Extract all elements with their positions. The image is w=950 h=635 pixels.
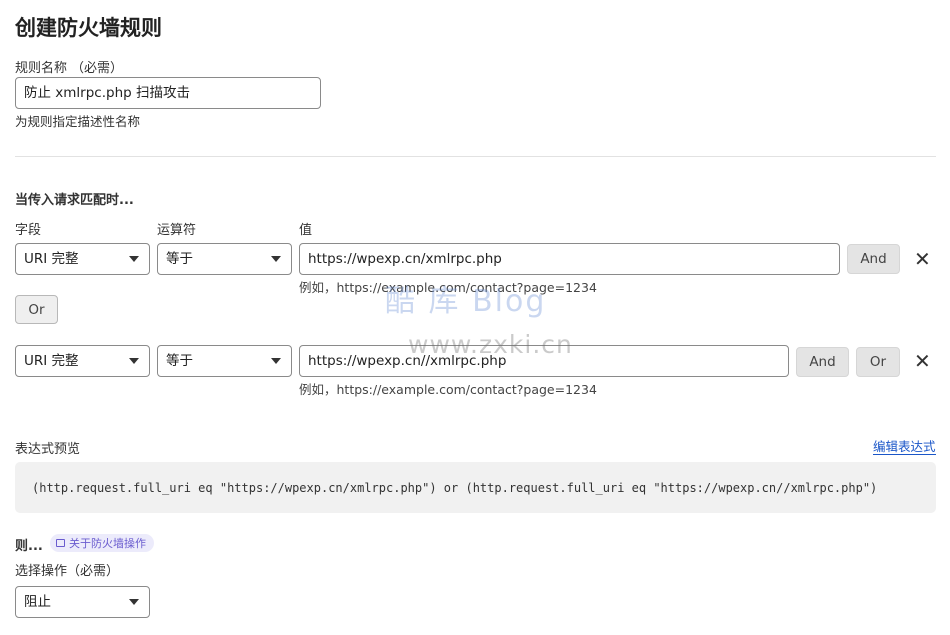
column-operator-label: 运算符: [157, 223, 197, 238]
or-button-2[interactable]: Or: [856, 347, 900, 377]
rule-name-label-group: 规则名称 （必需）: [15, 57, 123, 76]
field-select-1[interactable]: URI 完整: [15, 243, 150, 275]
value-input-1[interactable]: https://wpexp.cn/xmlrpc.php: [299, 243, 840, 275]
expression-label: 表达式预览: [15, 442, 81, 457]
watermark-url: www.zxki.cn: [408, 330, 573, 359]
column-value-label: 值: [299, 223, 313, 238]
divider: [15, 156, 936, 157]
match-heading: 当传入请求匹配时...: [15, 193, 134, 208]
chevron-down-icon: [271, 256, 281, 262]
book-icon: [56, 539, 65, 547]
operator-select-2-value: 等于: [166, 353, 193, 369]
edit-expression-link[interactable]: 编辑表达式: [873, 439, 936, 455]
chevron-down-icon: [129, 256, 139, 262]
chevron-down-icon: [129, 358, 139, 364]
page-title: 创建防火墙规则: [15, 16, 162, 40]
expression-text: (http.request.full_uri eq "https://wpexp…: [32, 480, 878, 495]
close-icon[interactable]: ✕: [914, 249, 931, 269]
watermark-logo: 酷 库 Blog: [385, 284, 547, 319]
and-button-1[interactable]: And: [847, 244, 900, 274]
action-label: 选择操作（必需）: [15, 564, 120, 579]
firewall-help-label: 关于防火墙操作: [69, 537, 146, 550]
action-select[interactable]: 阻止: [15, 586, 150, 618]
value-hint-2: 例如，https://example.com/contact?page=1234: [299, 382, 597, 397]
action-select-value: 阻止: [24, 594, 51, 610]
firewall-help-pill[interactable]: 关于防火墙操作: [50, 534, 154, 552]
or-button[interactable]: Or: [15, 295, 58, 324]
operator-select-1[interactable]: 等于: [157, 243, 292, 275]
rule-name-input[interactable]: 防止 xmlrpc.php 扫描攻击: [15, 77, 321, 109]
chevron-down-icon: [129, 599, 139, 605]
rule-name-required: （必需）: [71, 61, 124, 76]
operator-select-2[interactable]: 等于: [157, 345, 292, 377]
field-select-1-value: URI 完整: [24, 251, 79, 267]
field-select-2[interactable]: URI 完整: [15, 345, 150, 377]
and-button-2[interactable]: And: [796, 347, 849, 377]
action-heading: 则...: [15, 539, 43, 554]
column-field-label: 字段: [15, 223, 42, 238]
close-icon[interactable]: ✕: [914, 351, 931, 371]
chevron-down-icon: [271, 358, 281, 364]
rule-name-hint: 为规则指定描述性名称: [15, 114, 141, 129]
rule-name-label: 规则名称: [15, 61, 68, 76]
expression-preview: (http.request.full_uri eq "https://wpexp…: [15, 462, 936, 513]
operator-select-1-value: 等于: [166, 251, 193, 267]
field-select-2-value: URI 完整: [24, 353, 79, 369]
